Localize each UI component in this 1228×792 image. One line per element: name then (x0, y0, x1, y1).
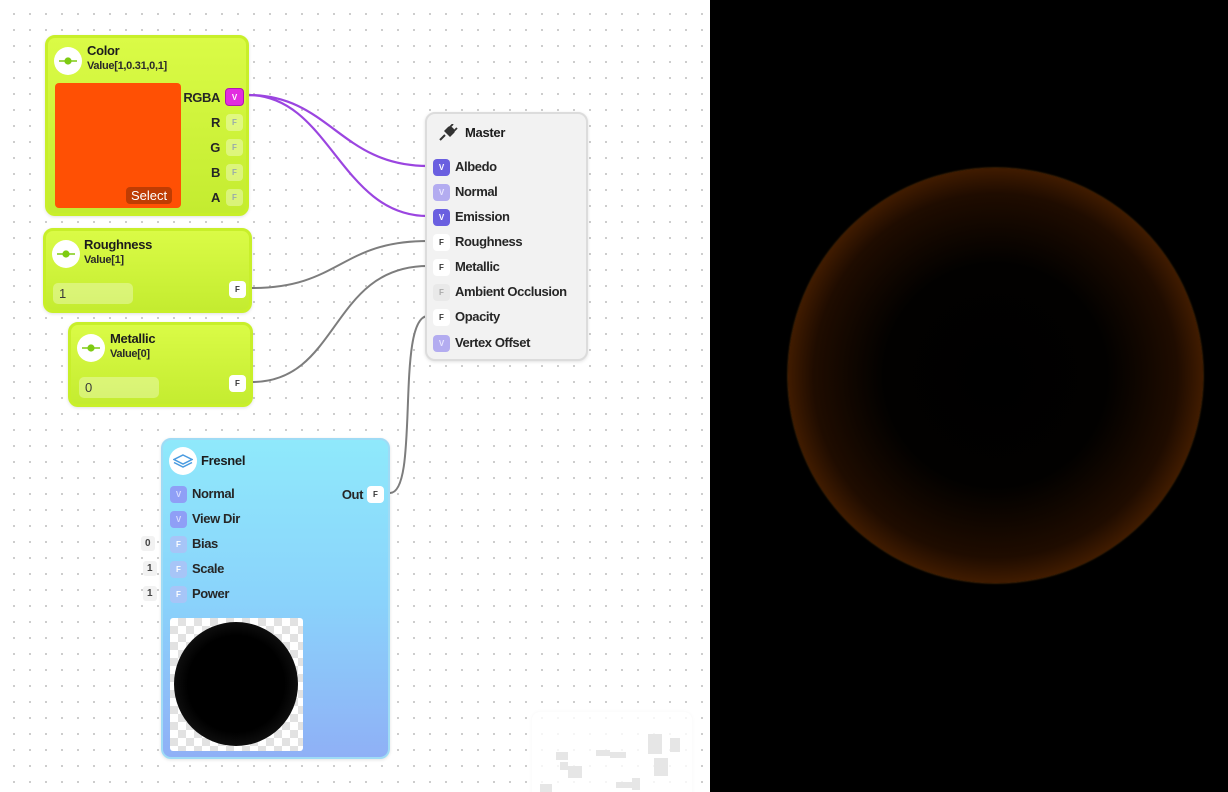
roughness-output-port[interactable]: F (229, 281, 246, 298)
roughness-value-input[interactable]: 1 (53, 283, 133, 304)
input-port-emission[interactable]: V (433, 209, 450, 226)
select-color-button[interactable]: Select (126, 187, 173, 204)
minimap-node (648, 734, 662, 754)
input-label-vertex-offset: Vertex Offset (455, 335, 531, 350)
minimap-node (568, 766, 582, 778)
slider-icon (54, 47, 82, 75)
fresnel-node[interactable]: Fresnel Out F V Normal V View Dir F Bias… (161, 438, 390, 759)
fresnel-preview (170, 618, 303, 751)
input-port-bias[interactable]: F (170, 536, 187, 553)
input-label-bias: Bias (192, 536, 218, 551)
input-port-normal[interactable]: V (433, 184, 450, 201)
input-label-metallic: Metallic (455, 259, 500, 274)
output-port-b[interactable]: F (226, 164, 243, 181)
master-node[interactable]: Master V Albedo V Normal V Emission F Ro… (425, 112, 588, 361)
minimap-node (556, 752, 568, 760)
metallic-output-port[interactable]: F (229, 375, 246, 392)
minimap-node (540, 784, 552, 792)
input-label-emission: Emission (455, 209, 510, 224)
input-port-opacity[interactable]: F (433, 309, 450, 326)
input-label-normal: Normal (455, 184, 498, 199)
input-port-normal[interactable]: V (170, 486, 187, 503)
node-value: Value[1] (84, 254, 124, 266)
output-label-a: A (211, 190, 220, 205)
node-title: Master (465, 125, 506, 140)
color-node[interactable]: Color Value[1,0.31,0,1] Select RGBA V R … (45, 35, 249, 216)
wire-rgba-to-albedo (247, 93, 429, 168)
wire-fresnel-to-opacity (389, 315, 429, 494)
output-port-g[interactable]: F (226, 139, 243, 156)
node-value: Value[1,0.31,0,1] (87, 60, 167, 72)
wire-rgba-to-emission (247, 93, 429, 218)
slider-icon (77, 334, 105, 362)
minimap-node (616, 782, 632, 788)
output-label-g: G (210, 140, 220, 155)
output-label-rgba: RGBA (183, 90, 220, 105)
bias-default-value[interactable]: 0 (141, 536, 155, 551)
node-value: Value[0] (110, 348, 150, 360)
layers-icon (169, 447, 197, 475)
wire-metallic-to-metallic (251, 265, 429, 383)
fresnel-output-port[interactable]: F (367, 486, 384, 503)
output-label-out: Out (341, 487, 364, 502)
node-title: Color (87, 43, 120, 58)
preview-sphere (788, 168, 1203, 583)
power-default-value[interactable]: 1 (143, 586, 157, 601)
input-port-power[interactable]: F (170, 586, 187, 603)
input-port-roughness[interactable]: F (433, 234, 450, 251)
input-port-albedo[interactable]: V (433, 159, 450, 176)
input-port-view-dir[interactable]: V (170, 511, 187, 528)
input-port-metallic[interactable]: F (433, 259, 450, 276)
fresnel-preview-sphere (174, 622, 298, 746)
minimap-node (632, 778, 640, 790)
node-title: Fresnel (201, 453, 246, 468)
metallic-value-input[interactable]: 0 (79, 377, 159, 398)
output-port-rgba[interactable]: V (225, 88, 244, 106)
node-title: Roughness (84, 237, 153, 252)
node-graph-canvas[interactable]: Color Value[1,0.31,0,1] Select RGBA V R … (0, 0, 710, 792)
input-label-scale: Scale (192, 561, 224, 576)
input-port-ambient-occlusion[interactable]: F (433, 284, 450, 301)
input-label-ambient-occlusion: Ambient Occlusion (455, 284, 567, 299)
roughness-node[interactable]: Roughness Value[1] 1 F (43, 228, 252, 313)
input-label-view-dir: View Dir (192, 511, 240, 526)
material-preview-panel[interactable] (710, 0, 1228, 792)
wire-roughness-to-roughness (251, 240, 429, 289)
output-label-r: R (211, 115, 220, 130)
metallic-node[interactable]: Metallic Value[0] 0 F (68, 322, 253, 407)
scale-default-value[interactable]: 1 (143, 561, 157, 576)
output-port-r[interactable]: F (226, 114, 243, 131)
node-title: Metallic (110, 331, 156, 346)
minimap-node (610, 752, 626, 758)
plug-icon (438, 123, 458, 142)
input-label-roughness: Roughness (455, 234, 523, 249)
slider-icon (52, 240, 80, 268)
minimap-node (670, 738, 680, 752)
minimap-node (654, 758, 668, 776)
minimap[interactable] (532, 712, 692, 792)
input-port-vertex-offset[interactable]: V (433, 335, 450, 352)
input-port-scale[interactable]: F (170, 561, 187, 578)
output-label-b: B (211, 165, 220, 180)
input-label-normal: Normal (192, 486, 235, 501)
output-port-a[interactable]: F (226, 189, 243, 206)
input-label-albedo: Albedo (455, 159, 497, 174)
minimap-node (596, 750, 610, 756)
input-label-opacity: Opacity (455, 309, 500, 324)
input-label-power: Power (192, 586, 230, 601)
minimap-node (560, 762, 568, 770)
